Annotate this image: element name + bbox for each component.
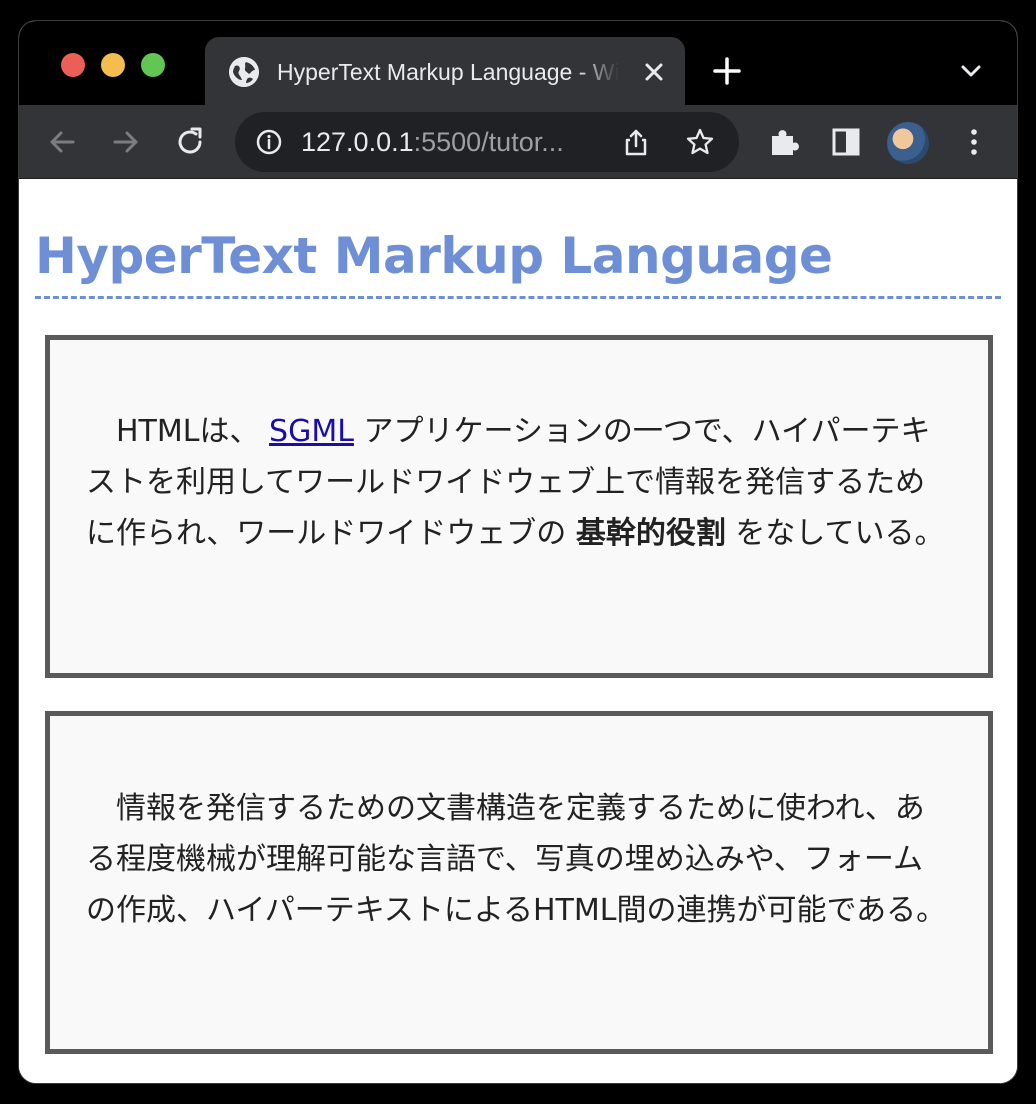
browser-toolbar: 127.0.0.1:5500/tutor...: [19, 105, 1017, 179]
tab-active[interactable]: HyperText Markup Language - Wikipedia: [205, 37, 685, 105]
url-path: :5500/tutor...: [413, 127, 564, 157]
url-host: 127.0.0.1: [301, 127, 414, 157]
share-icon[interactable]: [621, 127, 651, 157]
paragraph-2: 情報を発信するための文書構造を定義するために使われ、ある程度機械が理解可能な言語…: [86, 791, 947, 928]
window-minimize-button[interactable]: [101, 53, 125, 77]
sgml-link[interactable]: SGML: [269, 414, 354, 449]
more-menu-icon[interactable]: [955, 123, 993, 161]
bookmark-star-icon[interactable]: [685, 127, 715, 157]
page-title: HyperText Markup Language: [35, 223, 1001, 299]
browser-window: HyperText Markup Language - Wikipedia 12…: [18, 20, 1018, 1084]
content-box-2: 情報を発信するための文書構造を定義するために使われ、ある程度機械が理解可能な言語…: [45, 711, 993, 1054]
new-tab-plus-icon[interactable]: [711, 55, 743, 87]
page-content: HyperText Markup Language HTMLは、 SGML アプ…: [19, 179, 1017, 1083]
profile-avatar[interactable]: [887, 122, 929, 164]
tab-strip: HyperText Markup Language - Wikipedia: [19, 21, 1017, 105]
window-maximize-button[interactable]: [141, 53, 165, 77]
back-arrow-icon[interactable]: [43, 123, 81, 161]
url-text[interactable]: 127.0.0.1:5500/tutor...: [301, 126, 601, 158]
window-close-button[interactable]: [61, 53, 85, 77]
site-info-icon[interactable]: [255, 128, 283, 156]
reload-icon[interactable]: [171, 123, 209, 161]
address-bar[interactable]: 127.0.0.1:5500/tutor...: [235, 112, 739, 172]
paragraph-1: HTMLは、 SGML アプリケーションの一つで、ハイパーテキストを利用してワー…: [86, 406, 952, 559]
paragraph-1-text-c: をなしている。: [725, 516, 945, 551]
paragraph-1-bold: 基幹的役割: [575, 516, 726, 551]
tab-search-chevron-down-icon[interactable]: [955, 55, 987, 87]
side-panel-icon[interactable]: [827, 123, 865, 161]
globe-icon: [229, 57, 259, 87]
extensions-puzzle-icon[interactable]: [765, 123, 803, 161]
paragraph-1-text-a: HTMLは、: [116, 414, 270, 449]
forward-arrow-icon[interactable]: [107, 123, 145, 161]
tab-close-icon[interactable]: [639, 57, 669, 87]
tab-title: HyperText Markup Language - Wikipedia: [277, 59, 619, 85]
content-box-1: HTMLは、 SGML アプリケーションの一つで、ハイパーテキストを利用してワー…: [45, 335, 993, 678]
